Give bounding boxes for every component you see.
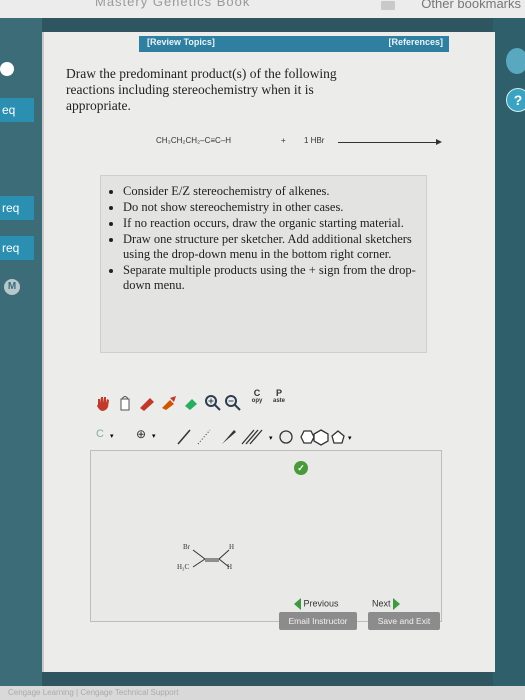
- reaction-arrow-icon: [338, 142, 438, 143]
- footer-text: Cengage Learning | Cengage Technical Sup…: [8, 688, 179, 697]
- question-panel: [Review Topics] [References] Draw the pr…: [42, 32, 495, 672]
- copy-sub-label: opy: [251, 398, 263, 404]
- lasso-icon[interactable]: [116, 394, 134, 412]
- svg-text:▾: ▾: [269, 434, 273, 442]
- charge-tool[interactable]: ⊕: [136, 427, 146, 441]
- reaction-equation: CH₃CH₂CH₂–C≡C–H + 1 HBr: [156, 136, 442, 145]
- paste-button[interactable]: P aste: [270, 388, 288, 406]
- element-selector[interactable]: C: [96, 428, 104, 440]
- reactant: CH₃CH₂CH₂–C≡C–H: [156, 136, 232, 145]
- bond-tools-icons[interactable]: ▾ ▾: [176, 426, 366, 446]
- molecule-bonds-icon: [192, 549, 230, 568]
- chevron-down-icon[interactable]: ▾: [152, 432, 156, 440]
- right-sidebar: [493, 18, 525, 700]
- previous-label: Previous: [303, 598, 339, 609]
- folder-icon: [381, 1, 395, 10]
- m-badge-icon[interactable]: M: [4, 279, 20, 295]
- rotate-icon[interactable]: [182, 394, 200, 412]
- help-button[interactable]: ?: [506, 88, 525, 112]
- sidebar-item-1[interactable]: eq: [0, 98, 34, 122]
- paste-label: P: [275, 388, 282, 398]
- svg-text:▾: ▾: [348, 434, 352, 442]
- sketcher-toolbar-bottom: C ▾ ⊕ ▾ ▾ ▾: [92, 424, 382, 448]
- sidebar-item-3[interactable]: req: [0, 236, 34, 260]
- copy-label: C: [253, 388, 261, 398]
- instructions-box: Consider E/Z stereochemistry of alkenes.…: [100, 175, 427, 353]
- question-text: Draw the predominant product(s) of the f…: [66, 66, 337, 113]
- check-icon[interactable]: ✓: [294, 461, 308, 475]
- instruction-item: Draw one structure per sketcher. Add add…: [123, 232, 426, 262]
- plus-sign: +: [281, 136, 286, 145]
- eraser-icon[interactable]: [138, 394, 156, 412]
- next-button[interactable]: Next: [372, 598, 401, 610]
- copy-button[interactable]: C opy: [248, 388, 266, 406]
- reagent: 1 HBr: [304, 136, 325, 145]
- next-label: Next: [372, 598, 391, 609]
- sidebar-indicator-icon: [0, 62, 14, 76]
- instruction-item: Separate multiple products using the + s…: [123, 263, 426, 293]
- email-instructor-button[interactable]: Email Instructor: [279, 612, 357, 630]
- review-topics-link[interactable]: [Review Topics]: [147, 37, 215, 47]
- zoom-out-icon[interactable]: [224, 394, 242, 412]
- arrow-right-icon: [393, 598, 401, 610]
- other-bookmarks[interactable]: Other bookmarks: [421, 0, 521, 11]
- chevron-down-icon[interactable]: ▾: [110, 432, 114, 440]
- save-and-exit-button[interactable]: Save and Exit: [368, 612, 440, 630]
- instruction-item: If no reaction occurs, draw the organic …: [123, 216, 426, 231]
- instruction-item: Do not show stereochemistry in other cas…: [123, 200, 426, 215]
- references-bar: [Review Topics] [References]: [139, 36, 449, 52]
- footer: Cengage Learning | Cengage Technical Sup…: [0, 686, 525, 700]
- bookmark-item[interactable]: Mastery Genetics Book: [95, 0, 250, 9]
- refresh-icon[interactable]: [506, 48, 525, 74]
- instruction-item: Consider E/Z stereochemistry of alkenes.: [123, 184, 426, 199]
- paste-sub-label: aste: [272, 398, 285, 404]
- sketcher-canvas[interactable]: ✓ Br H H₃C H: [90, 450, 442, 622]
- hand-icon[interactable]: [94, 394, 112, 412]
- bookmarks-bar: Mastery Genetics Book Other bookmarks: [0, 0, 525, 18]
- previous-button[interactable]: Previous: [294, 598, 339, 610]
- arrow-left-icon: [294, 598, 301, 610]
- cut-icon[interactable]: [160, 394, 178, 412]
- references-link[interactable]: [References]: [388, 37, 443, 47]
- arrowhead-icon: [436, 139, 442, 145]
- sidebar-item-2[interactable]: req: [0, 196, 34, 220]
- zoom-in-icon[interactable]: [204, 394, 222, 412]
